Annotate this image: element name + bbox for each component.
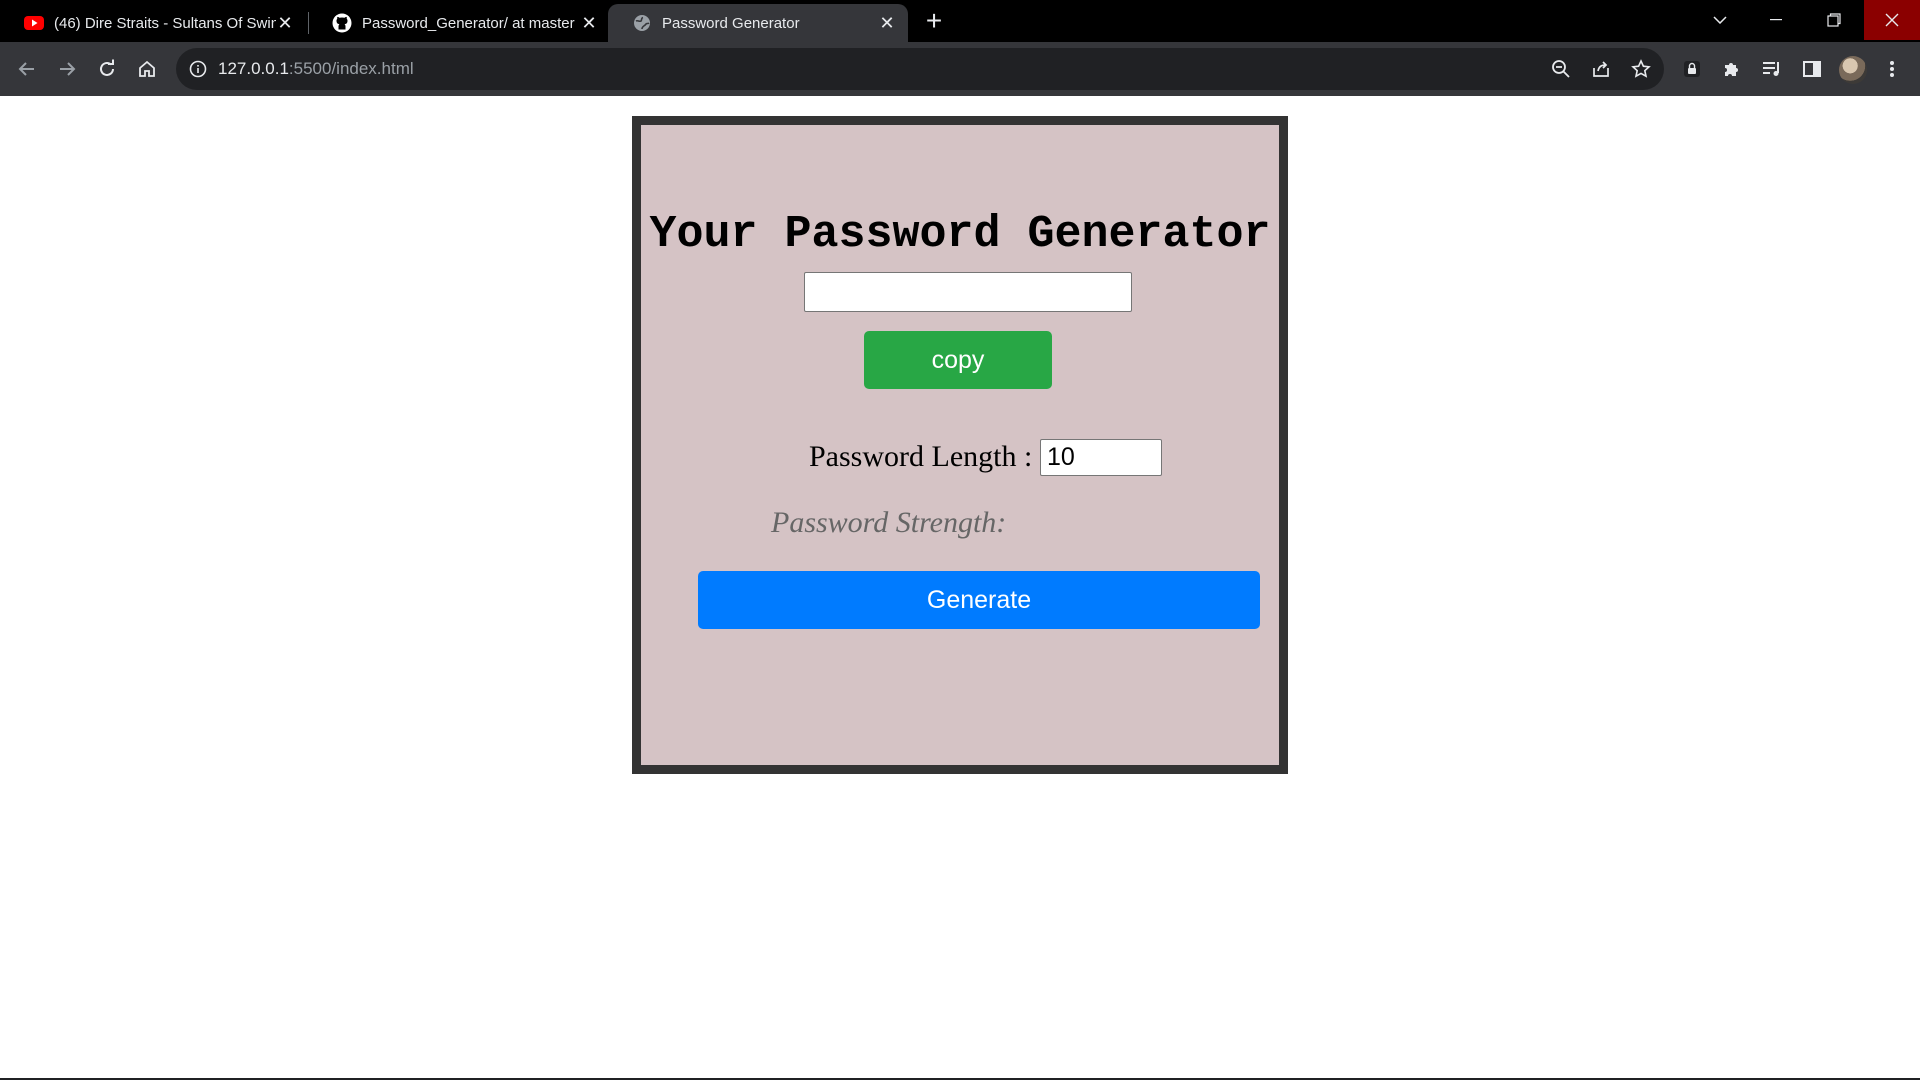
side-panel-icon[interactable]: [1800, 57, 1824, 81]
url-text[interactable]: 127.0.0.1:5500/index.html: [218, 59, 414, 79]
bookmark-star-icon[interactable]: [1630, 58, 1652, 80]
new-tab-button[interactable]: +: [920, 7, 948, 36]
kebab-menu-icon[interactable]: [1880, 57, 1904, 81]
minimize-icon[interactable]: [1748, 0, 1804, 40]
profile-avatar[interactable]: [1839, 56, 1867, 84]
password-length-label: Password Length :: [809, 440, 1033, 473]
restore-icon[interactable]: [1806, 0, 1862, 40]
close-tab-icon[interactable]: ✕: [580, 13, 598, 33]
tab-github[interactable]: Password_Generator/ at master · ✕: [308, 4, 610, 42]
tab-password-generator[interactable]: Password Generator ✕: [608, 4, 908, 42]
site-info-icon[interactable]: [188, 59, 208, 79]
password-length-input[interactable]: [1040, 439, 1162, 476]
address-bar[interactable]: 127.0.0.1:5500/index.html: [176, 48, 1664, 90]
close-tab-icon[interactable]: ✕: [276, 13, 294, 33]
generate-button[interactable]: Generate: [698, 571, 1260, 629]
password-manager-icon[interactable]: [1680, 57, 1704, 81]
reload-icon[interactable]: [92, 54, 122, 84]
home-icon[interactable]: [132, 54, 162, 84]
media-queue-icon[interactable]: [1760, 57, 1784, 81]
back-icon[interactable]: [12, 54, 42, 84]
tab-youtube[interactable]: (46) Dire Straits - Sultans Of Swin ✕: [0, 4, 306, 42]
password-strength-label: Password Strength:: [771, 506, 1007, 539]
youtube-icon: [24, 13, 44, 33]
tab-search-icon[interactable]: [1692, 0, 1748, 40]
forward-icon[interactable]: [52, 54, 82, 84]
github-icon: [332, 13, 352, 33]
password-output-field[interactable]: [804, 272, 1132, 312]
globe-icon: [632, 13, 652, 33]
browser-tab-strip: (46) Dire Straits - Sultans Of Swin ✕ Pa…: [0, 0, 1920, 42]
copy-button[interactable]: copy: [864, 331, 1052, 389]
share-icon[interactable]: [1590, 58, 1612, 80]
browser-toolbar: 127.0.0.1:5500/index.html: [0, 42, 1920, 96]
zoom-icon[interactable]: [1550, 58, 1572, 80]
extensions-puzzle-icon[interactable]: [1720, 57, 1744, 81]
tab-title: (46) Dire Straits - Sultans Of Swin: [54, 14, 276, 32]
page-title: Your Password Generator: [649, 209, 1271, 260]
url-host: 127.0.0.1: [218, 59, 289, 78]
tab-title: Password_Generator/ at master ·: [362, 14, 580, 32]
close-window-icon[interactable]: [1864, 0, 1920, 40]
close-tab-icon[interactable]: ✕: [878, 13, 896, 33]
url-path: :5500/index.html: [288, 59, 414, 78]
tab-title: Password Generator: [662, 14, 800, 32]
